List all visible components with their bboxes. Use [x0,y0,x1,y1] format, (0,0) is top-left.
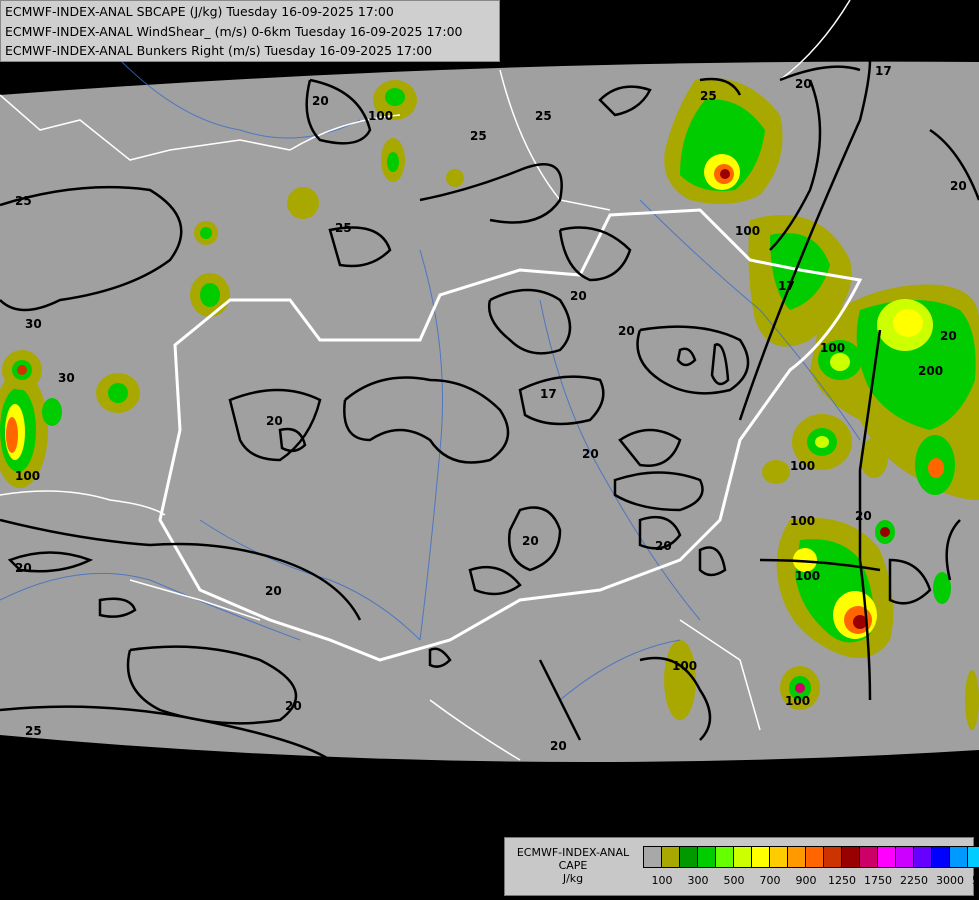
contour-label: 100 [15,469,40,483]
contour-label: 17 [778,279,795,293]
legend-swatch [932,847,950,867]
legend-swatch [914,847,932,867]
weather-map: 25 20 17 25 20 100 25 25 30 30 20 25 20 … [0,0,979,900]
legend-swatch [788,847,806,867]
contour-label: 20 [940,329,957,343]
contour-label: 100 [790,459,815,473]
contour-label: 100 [820,341,845,355]
cape-legend: ECMWF-INDEX-ANAL CAPE J/kg 100 300 500 700 9… [504,837,979,896]
contour-label: 25 [25,724,42,738]
legend-label: 1750 [864,874,892,887]
contour-label: 25 [700,89,717,103]
legend-swatch [716,847,734,867]
legend-swatch [662,847,680,867]
contour-label: 100 [785,694,810,708]
legend-label: 700 [759,874,781,887]
contour-label: 20 [950,179,967,193]
contour-label: 25 [535,109,552,123]
legend-title-unit: J/kg [562,872,584,885]
contour-label: 100 [795,569,820,583]
contour-label: 30 [58,371,75,385]
legend-swatch [896,847,914,867]
legend-swatch [752,847,770,867]
legend-swatch [842,847,860,867]
contour-label: 20 [285,699,302,713]
legend-label: 100 [651,874,673,887]
legend-title-source: ECMWF-INDEX-ANAL [516,846,630,859]
legend-label: 5000 [972,874,979,887]
contour-label: 20 [582,447,599,461]
contour-label: 20 [570,289,587,303]
contour-label: 100 [735,224,760,238]
legend-swatch [860,847,878,867]
legend-swatch [824,847,842,867]
data-region [0,61,979,763]
legend-swatch [950,847,968,867]
legend-label: 2250 [900,874,928,887]
legend-swatch [968,847,979,867]
legend-swatch [770,847,788,867]
legend-swatch [806,847,824,867]
contour-label: 20 [312,94,329,108]
contour-label: 25 [15,194,32,208]
header-line-cape: ECMWF-INDEX-ANAL SBCAPE (J/kg) Tuesday 1… [5,4,394,19]
legend-swatch [680,847,698,867]
legend-swatch [878,847,896,867]
legend-label: 500 [723,874,745,887]
legend-label: 900 [795,874,817,887]
legend-title: ECMWF-INDEX-ANAL CAPE J/kg [509,846,637,885]
contour-label: 20 [550,739,567,753]
legend-swatch [644,847,662,867]
legend-swatch [734,847,752,867]
legend-label: 3000 [936,874,964,887]
contour-label: 100 [368,109,393,123]
contour-label: 20 [15,561,32,575]
contour-label: 20 [795,77,812,91]
header-line-bunkers: ECMWF-INDEX-ANAL Bunkers Right (m/s) Tue… [5,43,433,58]
contour-label: 17 [540,387,557,401]
contour-label: 25 [470,129,487,143]
contour-label: 20 [655,539,672,553]
contour-label: 200 [918,364,943,378]
contour-label: 30 [25,317,42,331]
contour-label: 20 [266,414,283,428]
legend-label: 300 [687,874,709,887]
legend-color-bar [643,846,979,868]
contour-label: 20 [855,509,872,523]
contour-label: 20 [522,534,539,548]
contour-label: 100 [672,659,697,673]
header-line-windshear: ECMWF-INDEX-ANAL WindShear_ (m/s) 0-6km … [5,24,463,39]
contour-label: 17 [875,64,892,78]
legend-title-variable: CAPE [558,859,588,872]
contour-label: 20 [265,584,282,598]
legend-swatch [698,847,716,867]
contour-label: 25 [335,221,352,235]
contour-label: 100 [790,514,815,528]
map-header: ECMWF-INDEX-ANAL SBCAPE (J/kg) Tuesday 1… [0,0,500,62]
legend-label: 1250 [828,874,856,887]
contour-label: 20 [618,324,635,338]
